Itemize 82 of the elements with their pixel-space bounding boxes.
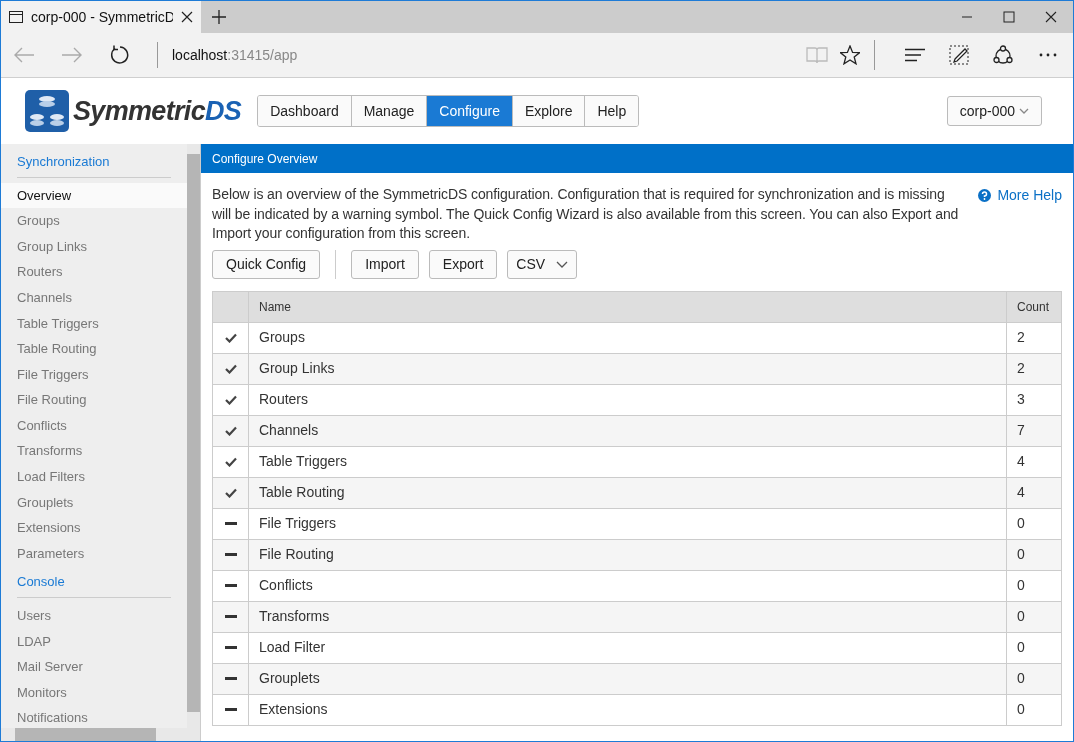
sidebar-item[interactable]: Notifications [1, 705, 187, 731]
table-cell: Table Triggers [249, 446, 1007, 477]
table-cell-text: 2 [1016, 328, 1026, 347]
sidebar-item[interactable]: Groups [1, 208, 187, 234]
node-dropdown[interactable]: corp-000 [946, 96, 1042, 126]
sidebar-item[interactable]: File Triggers [1, 361, 187, 388]
horizontal-scrollbar[interactable] [1, 728, 200, 741]
table-cell: Group Links [249, 353, 1007, 384]
table-cell-text: 0 [1016, 514, 1026, 533]
sidebar-item[interactable]: Mail Server [1, 654, 187, 680]
table-cell-text: 0 [1016, 638, 1026, 657]
table-cell-text: 0 [1016, 576, 1026, 595]
star-icon[interactable] [840, 45, 860, 65]
table-cell: Extensions [249, 694, 1007, 725]
table-cell-text: 0 [1016, 545, 1026, 564]
sidebar-item[interactable]: Conflicts [1, 412, 187, 439]
sidebar-item[interactable]: Overview [1, 182, 187, 209]
sidebar-item[interactable]: LDAP [1, 628, 187, 655]
close-icon[interactable] [1045, 11, 1057, 23]
table-cell: File Routing [249, 539, 1007, 570]
table-cell: Grouplets [249, 663, 1007, 694]
sidebar-item[interactable]: Table Routing [1, 336, 187, 362]
toolbar-button[interactable]: Import [351, 249, 419, 279]
table-cell: File Triggers [249, 508, 1007, 539]
more-icon[interactable] [1039, 53, 1057, 57]
database-icon [25, 90, 69, 132]
sidebar-item[interactable]: Group Links [1, 233, 187, 260]
help-icon [978, 189, 992, 202]
table-cell: Routers [249, 384, 1007, 415]
sidebar-item[interactable]: Channels [1, 284, 187, 311]
table-cell: Load Filter [249, 632, 1007, 663]
menu-icon[interactable] [905, 48, 925, 62]
chevron-icon [1019, 108, 1029, 114]
table-cell-text: 0 [1016, 607, 1026, 626]
nav-tab[interactable]: Help [584, 96, 639, 126]
sidebar-item[interactable]: Load Filters [1, 464, 187, 490]
sidebar-item[interactable]: Monitors [1, 679, 187, 706]
table-cell-text: 3 [1016, 390, 1026, 409]
table-cell: Transforms [249, 601, 1007, 632]
page-icon [9, 11, 23, 23]
sidebar-item[interactable]: Users [1, 602, 187, 629]
sidebar-item[interactable]: Transforms [1, 438, 187, 465]
description-text: Below is an overview of the SymmetricDS configuration. Configuration that is required for synchronization and is missing will be indicated by a warning symbol. The Quick Config Wizard is also available from this screen. You can also Export and Import your configuration from this screen. [212, 185, 960, 243]
section-heading: Console [17, 572, 171, 598]
table-cell-text: 2 [1016, 359, 1026, 378]
maximize-icon[interactable] [1003, 11, 1015, 23]
refresh-icon[interactable] [109, 45, 129, 65]
table-cell: Channels [249, 415, 1007, 446]
table-cell-text: 0 [1016, 700, 1026, 719]
sidebar-item[interactable]: Table Triggers [1, 310, 187, 337]
logo-text: SymmetricDS [73, 94, 242, 128]
scrollbar[interactable] [187, 144, 200, 728]
table-cell-text: 7 [1016, 421, 1026, 440]
nav-tab[interactable]: Configure [426, 96, 512, 126]
section-heading: Synchronization [17, 152, 171, 178]
sidebar-item[interactable]: Grouplets [1, 489, 187, 516]
pen-icon[interactable] [949, 45, 969, 65]
toolbar-button[interactable]: Export [428, 249, 498, 279]
sidebar-item[interactable]: File Routing [1, 387, 187, 413]
chevron-icon [556, 260, 569, 268]
table-cell-text: 0 [1016, 669, 1026, 688]
close-icon[interactable] [181, 11, 193, 23]
sidebar-item[interactable]: Parameters [1, 540, 187, 567]
nav-tab[interactable]: Manage [350, 96, 427, 126]
table-cell-text: 4 [1016, 483, 1026, 502]
toolbar-button[interactable]: Quick Config [212, 249, 321, 279]
nav-tab[interactable]: Explore [511, 96, 585, 126]
share-icon[interactable] [993, 45, 1013, 65]
table-cell-text: 4 [1016, 452, 1026, 471]
address-field[interactable]: localhost:31415/app [172, 44, 298, 66]
format-dropdown[interactable]: CSV [507, 249, 578, 279]
panel-header: Configure Overview [201, 144, 1073, 173]
table-cell: Table Routing [249, 477, 1007, 508]
table-cell: Conflicts [249, 570, 1007, 601]
table-cell: Groups [249, 322, 1007, 353]
more-help-link[interactable]: More Help [978, 185, 1062, 206]
column-header[interactable]: Count [1007, 291, 1061, 322]
new-tab-icon[interactable] [212, 10, 226, 24]
nav-tab[interactable]: Dashboard [258, 96, 351, 126]
sidebar-item[interactable]: Routers [1, 259, 187, 285]
column-header[interactable]: Name [249, 291, 1007, 322]
sidebar-item[interactable]: Extensions [1, 515, 187, 541]
